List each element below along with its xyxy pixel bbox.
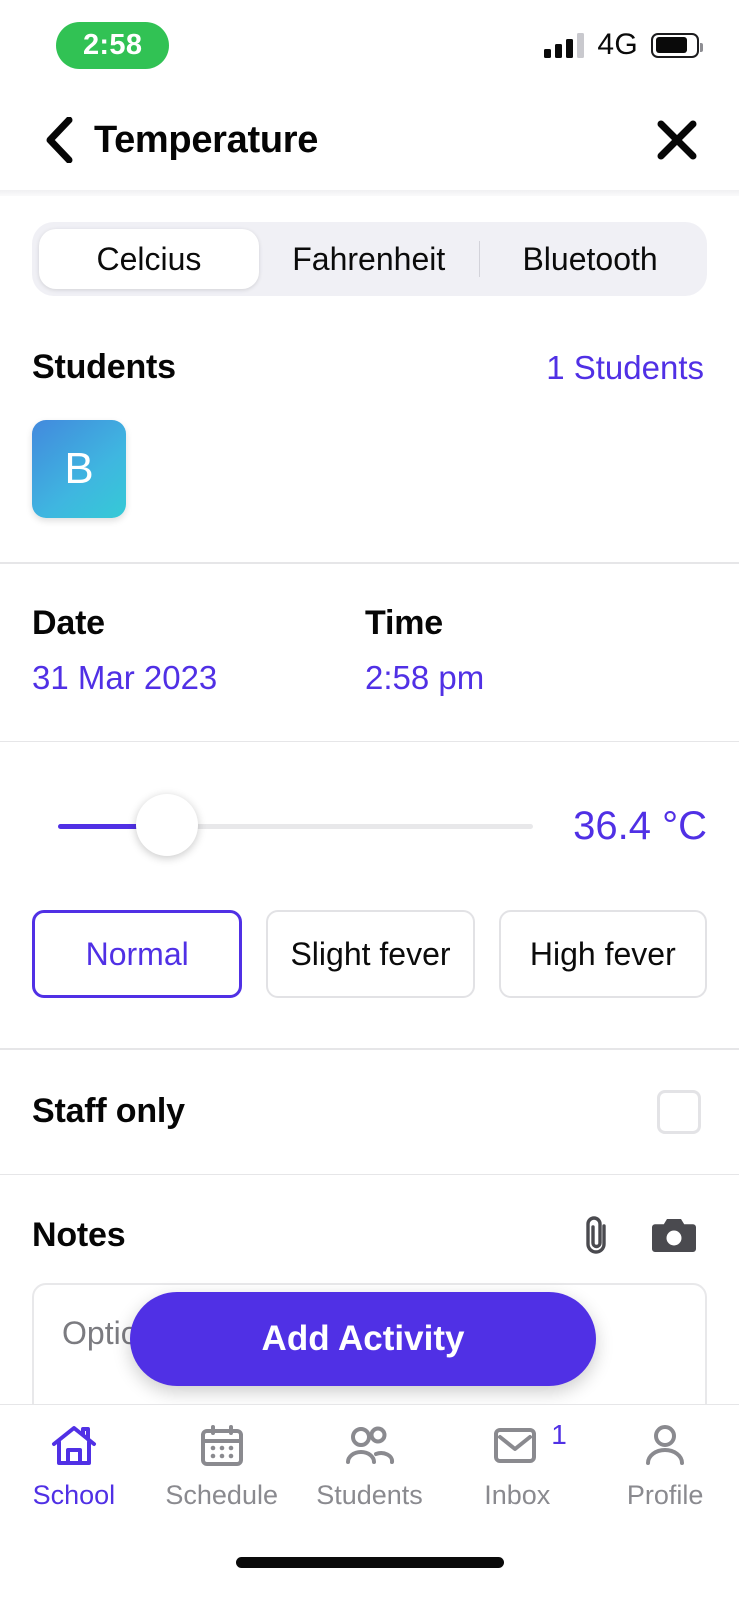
battery-icon — [651, 32, 703, 58]
date-label: Date — [32, 603, 105, 642]
students-count-link[interactable]: 1 Students — [546, 349, 704, 387]
status-bar: 2:58 4G — [0, 0, 739, 90]
phone-screen: 2:58 4G Temperature Celcius Fahrenheit B… — [0, 0, 739, 1600]
bottom-tab-bar: School Schedule Students 1 Inbox Profile — [0, 1404, 739, 1534]
temperature-slider[interactable] — [58, 794, 534, 858]
add-activity-button[interactable]: Add Activity — [130, 1292, 596, 1386]
tab-students[interactable]: Students — [296, 1421, 444, 1511]
signal-bars-icon — [544, 32, 585, 58]
tab-school[interactable]: School — [0, 1421, 148, 1511]
paperclip-icon — [586, 1216, 606, 1254]
people-icon — [343, 1421, 395, 1471]
temperature-slider-row: 36.4 °C — [0, 742, 739, 858]
close-icon — [657, 120, 697, 160]
staff-only-checkbox[interactable] — [657, 1089, 701, 1134]
time-label: Time — [365, 603, 443, 642]
severity-chip-group: Normal Slight fever High fever — [0, 858, 739, 998]
students-label: Students — [32, 348, 176, 386]
notes-label: Notes — [32, 1215, 126, 1254]
segmented-control: Celcius Fahrenheit Bluetooth — [32, 222, 707, 296]
attach-button[interactable] — [579, 1213, 613, 1257]
home-indicator — [235, 1557, 504, 1568]
segment-fahrenheit[interactable]: Fahrenheit — [259, 229, 479, 289]
chip-slight-fever[interactable]: Slight fever — [266, 910, 475, 998]
close-button[interactable] — [650, 113, 704, 167]
tab-schedule[interactable]: Schedule — [148, 1421, 296, 1511]
tab-label-school: School — [32, 1480, 116, 1510]
back-button[interactable] — [32, 113, 86, 167]
person-icon — [643, 1421, 687, 1471]
students-section-header: Students 1 Students — [0, 296, 739, 387]
temperature-value: 36.4 °C — [573, 803, 707, 848]
tab-label-inbox: Inbox — [484, 1480, 551, 1510]
avatar[interactable]: B — [32, 420, 126, 518]
student-avatar-list: B — [0, 387, 739, 518]
home-icon — [50, 1421, 98, 1471]
page-title: Temperature — [94, 118, 319, 161]
tab-profile[interactable]: Profile — [591, 1421, 739, 1511]
segment-celcius[interactable]: Celcius — [39, 229, 259, 289]
date-time-row: Date 31 Mar 2023 Time 2:58 pm — [0, 564, 739, 697]
time-field: Time 2:58 pm — [365, 604, 698, 697]
calendar-icon — [199, 1421, 245, 1471]
staff-only-label: Staff only — [32, 1092, 185, 1130]
segment-bluetooth[interactable]: Bluetooth — [480, 229, 700, 289]
camera-icon — [652, 1219, 696, 1252]
network-type-label: 4G — [597, 28, 638, 61]
tab-label-schedule: Schedule — [165, 1480, 278, 1510]
tab-inbox[interactable]: 1 Inbox — [443, 1419, 591, 1511]
tab-label-profile: Profile — [626, 1480, 704, 1510]
date-value[interactable]: 31 Mar 2023 — [32, 659, 365, 697]
status-indicators: 4G — [544, 28, 703, 62]
app-header: Temperature — [0, 90, 739, 190]
tab-label-students: Students — [316, 1480, 423, 1510]
staff-only-row[interactable]: Staff only — [0, 1050, 739, 1174]
inbox-badge: 1 — [551, 1419, 567, 1450]
unit-selector: Celcius Fahrenheit Bluetooth — [0, 196, 739, 296]
slider-thumb[interactable] — [136, 794, 199, 856]
date-field: Date 31 Mar 2023 — [32, 604, 365, 697]
status-time: 2:58 — [56, 21, 170, 69]
time-value[interactable]: 2:58 pm — [365, 659, 698, 697]
notes-section-header: Notes — [0, 1175, 739, 1257]
chip-high-fever[interactable]: High fever — [498, 910, 707, 998]
envelope-icon: 1 — [493, 1419, 567, 1471]
notes-actions — [579, 1213, 697, 1257]
chevron-left-icon — [46, 117, 73, 163]
camera-button[interactable] — [651, 1215, 697, 1255]
chip-normal[interactable]: Normal — [32, 910, 243, 998]
